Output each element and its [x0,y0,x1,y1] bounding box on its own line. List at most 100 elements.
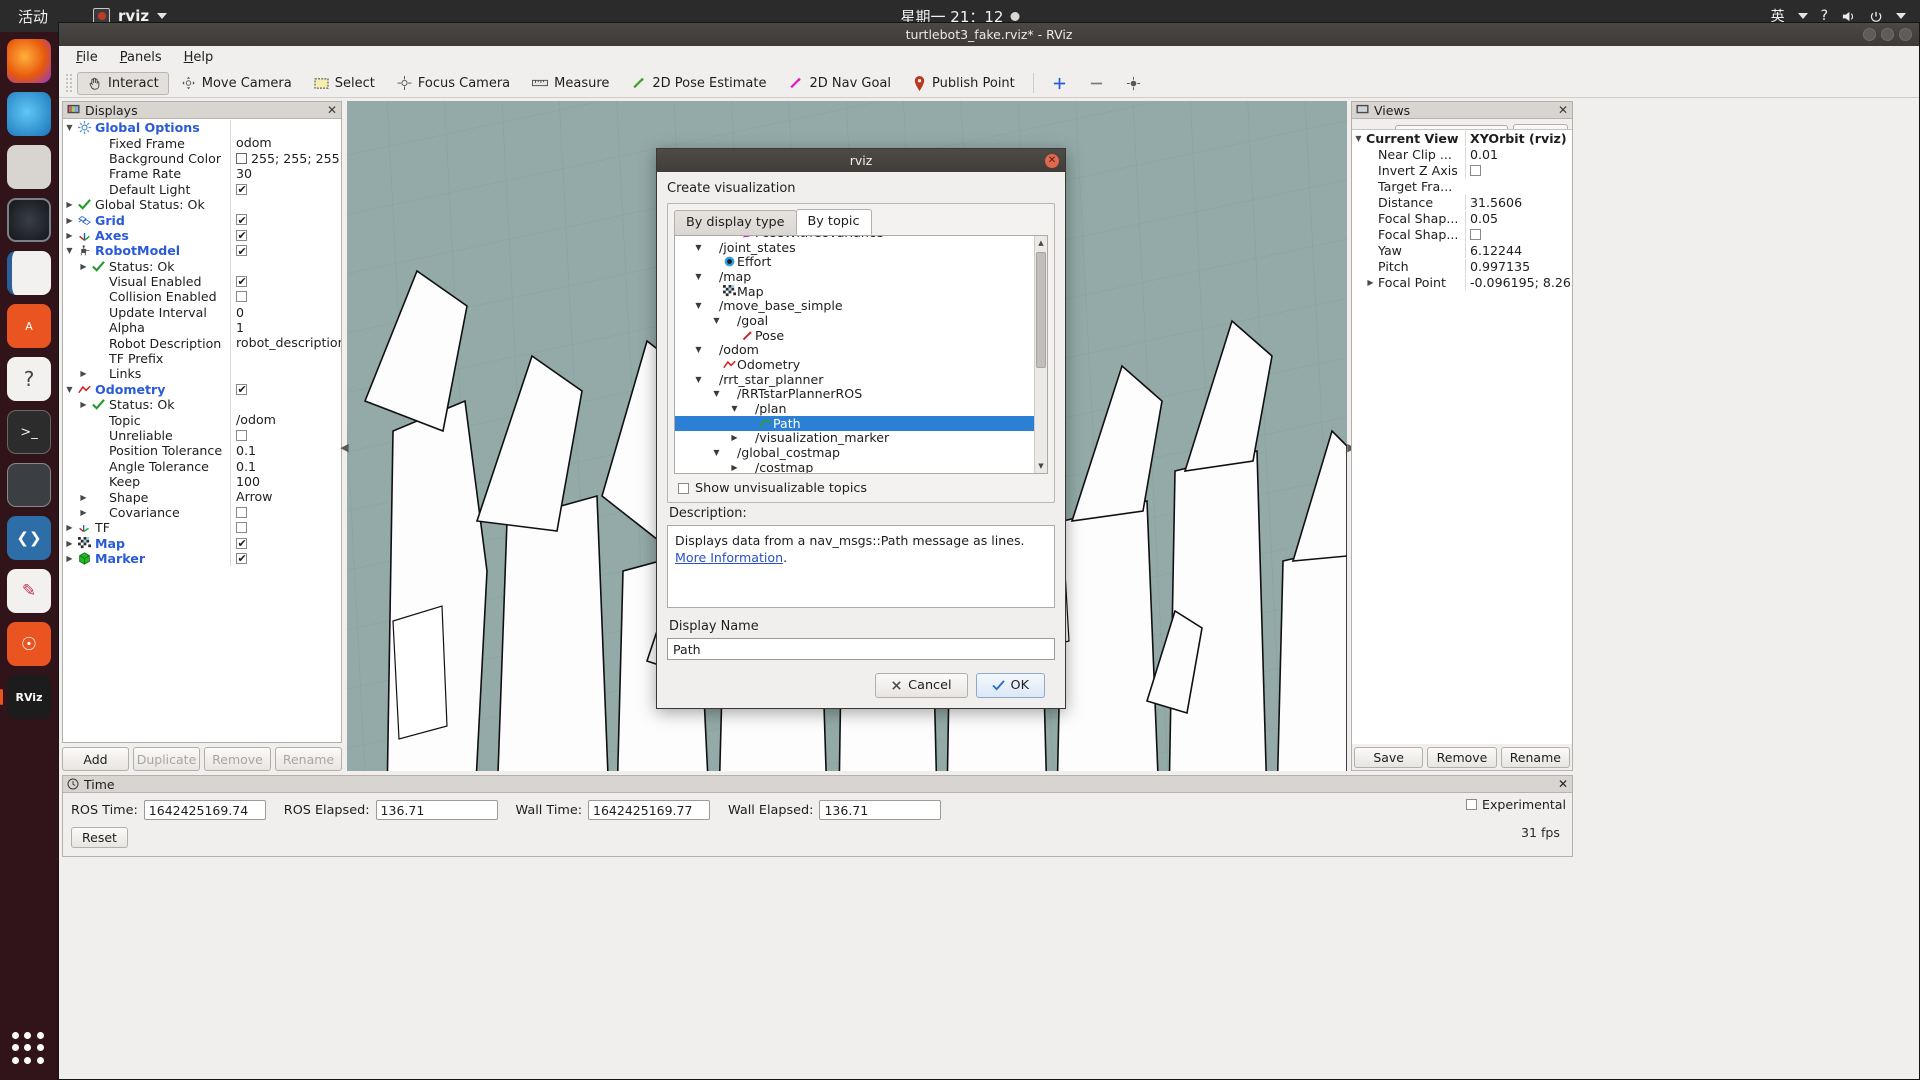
dock-item-files[interactable] [7,145,51,189]
topic-row[interactable]: ▶ /costmap [675,460,1034,473]
views-rename-button[interactable]: Rename [1500,747,1570,768]
toolbar-grip[interactable] [65,73,72,93]
tab-by-display-type[interactable]: By display type [674,210,797,236]
topic-row[interactable]: ▼ /rrt_star_planner [675,372,1034,387]
displays-row-value[interactable]: odom [230,135,341,151]
expand-arrow-icon[interactable]: ▼ [693,345,704,354]
displays-row-value[interactable]: 0 [230,304,341,321]
topic-tree[interactable]: PoseWithCovariance▼/joint_statesEffort▼/… [674,235,1048,474]
displays-tree[interactable]: Global OptionsFixed FrameodomBackground … [63,120,341,742]
displays-row[interactable]: Robot Description robot_description [63,335,341,351]
activities-button[interactable]: 活动 [18,6,48,27]
displays-row-value[interactable] [230,289,341,305]
window-buttons[interactable] [1863,28,1912,41]
expand-arrow-icon[interactable]: ▼ [711,316,722,325]
views-row-value[interactable]: -0.096195; 8.263... [1465,274,1572,290]
dock-item-ubuntu-software[interactable]: A [7,304,51,348]
displays-row[interactable]: TF Prefix [63,350,341,367]
displays-row[interactable]: Map [63,535,341,551]
tool-measure[interactable]: Measure [522,72,619,95]
expand-arrow-icon[interactable]: ▼ [693,301,704,310]
views-row[interactable]: Current View XYOrbit (rviz) [1352,130,1572,146]
tool-publish-point[interactable]: Publish Point [903,72,1025,95]
dock-item-vscode[interactable]: ❮❯ [7,516,51,560]
dock-item-libreoffice-writer[interactable] [7,251,51,295]
expand-arrow-icon[interactable] [65,539,74,548]
menu-file[interactable]: FFileile [67,48,107,67]
show-unvisualizable-checkbox[interactable] [678,483,689,494]
displays-row-value[interactable] [230,120,341,136]
tool-interact[interactable]: Interact [77,71,169,95]
views-row[interactable]: Focal Shap... [1352,226,1572,242]
displays-row-value[interactable]: 100 [230,473,341,490]
displays-row[interactable]: Topic/odom [63,412,341,428]
displays-row[interactable]: RobotModel [63,243,341,259]
displays-row-value[interactable] [230,258,341,274]
displays-row-value[interactable] [230,397,341,413]
displays-row[interactable]: Collision Enabled [63,289,341,305]
ok-button[interactable]: OK [975,673,1045,698]
displays-row[interactable]: Grid [63,212,341,228]
views-row-value[interactable]: 0.01 [1465,146,1572,162]
expand-arrow-icon[interactable] [65,523,74,532]
dock-item-help[interactable]: ? [7,357,51,401]
displays-row-checkbox[interactable] [236,274,247,289]
minimize-button[interactable] [1863,28,1876,41]
time-field-value[interactable]: 1642425169.74 [143,800,266,820]
expand-arrow-icon[interactable]: ▼ [693,243,704,252]
displays-row-checkbox[interactable] [236,213,247,228]
expand-arrow-icon[interactable] [79,262,88,271]
views-row[interactable]: Invert Z Axis [1352,162,1572,178]
displays-row-checkbox[interactable] [236,429,247,441]
maximize-button[interactable] [1881,28,1894,41]
displays-row-value[interactable]: 30 [230,166,341,182]
displays-row-value[interactable]: robot_description [230,335,341,351]
displays-row[interactable]: Odometry [63,381,341,398]
displays-row[interactable]: Links [63,366,341,382]
displays-row[interactable]: Global Status: Ok [63,196,341,213]
menu-panels[interactable]: Panels [111,48,171,67]
tool-focus-camera[interactable]: Focus Camera [387,72,520,95]
expand-arrow-icon[interactable] [79,493,88,502]
cancel-button[interactable]: Cancel [875,673,968,698]
views-row-value[interactable]: XYOrbit (rviz) [1465,130,1572,146]
close-icon[interactable]: ✕ [1558,104,1568,116]
show-unvisualizable-row[interactable]: Show unvisualizable topics [668,474,1054,502]
expand-arrow-icon[interactable]: ▶ [729,433,740,442]
expand-arrow-icon[interactable]: ▼ [711,389,722,398]
displays-row-value[interactable] [230,550,341,567]
displays-row[interactable]: Axes [63,227,341,244]
views-row[interactable]: Pitch 0.997135 [1352,258,1572,274]
displays-row-value[interactable]: 1 [230,320,341,336]
displays-row[interactable]: Alpha 1 [63,320,341,336]
displays-row-checkbox[interactable] [236,536,247,551]
displays-row-value[interactable] [230,243,341,259]
dialog-close-icon[interactable]: ✕ [1045,153,1059,168]
views-remove-button[interactable]: Remove [1427,747,1497,768]
topic-row[interactable]: Pose [675,328,1034,343]
dock-item-rhythmbox[interactable] [7,198,51,242]
views-row[interactable]: Distance 31.5606 [1352,194,1572,210]
close-icon[interactable]: ✕ [1558,777,1568,791]
displays-row-value[interactable] [230,504,341,521]
views-row[interactable]: Target Fra... [1352,178,1572,194]
displays-row[interactable]: Angle Tolerance 0.1 [63,458,341,474]
tab-by-topic[interactable]: By topic [795,209,872,235]
views-row-checkbox[interactable] [1470,228,1481,240]
tool-rename-panel[interactable] [1116,72,1151,95]
displays-row-value[interactable]: /odom [230,412,341,428]
displays-row[interactable]: Update Interval 0 [63,304,341,321]
tool-move-camera[interactable]: Move Camera [171,72,302,95]
displays-row-value[interactable]: Arrow [230,489,341,505]
time-field-value[interactable]: 136.71 [819,800,942,820]
views-row[interactable]: Yaw 6.12244 [1352,242,1572,258]
views-row[interactable]: Near Clip ... 0.01 [1352,146,1572,162]
views-row-value[interactable]: 6.12244 [1465,242,1572,258]
expand-arrow-icon[interactable] [65,385,74,394]
displays-row[interactable]: Background Color 255; 255; 255 [63,150,341,167]
views-tree[interactable]: Current View XYOrbit (rviz) Near Clip ... 0… [1352,129,1572,744]
displays-row-value[interactable]: 0.1 [230,458,341,474]
displays-row-checkbox[interactable] [236,522,247,534]
views-row[interactable]: Focal Shap... 0.05 [1352,210,1572,226]
displays-row-value[interactable] [230,273,341,290]
